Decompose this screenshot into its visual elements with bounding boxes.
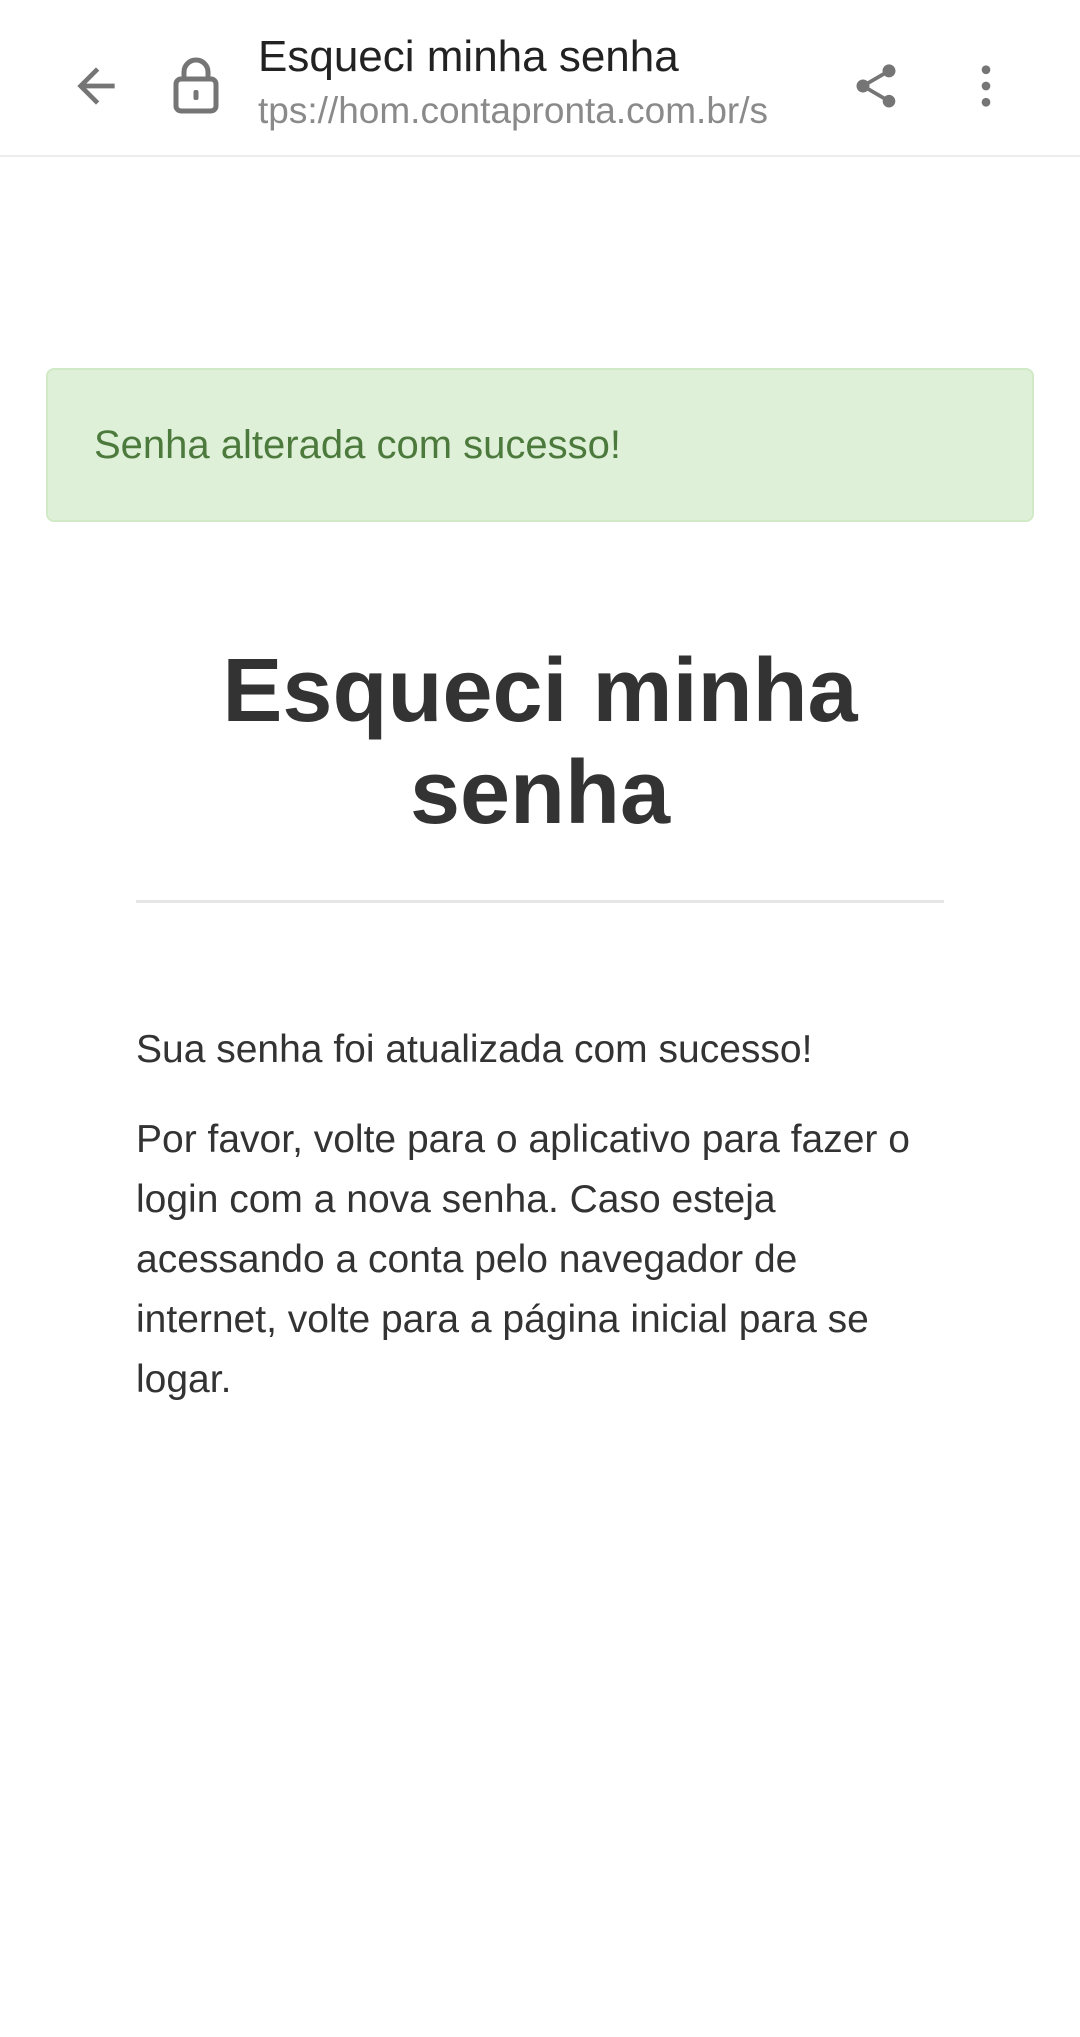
arrow-left-icon bbox=[77, 67, 115, 105]
lock-icon bbox=[173, 57, 219, 114]
share-icon bbox=[856, 64, 896, 108]
url-text[interactable]: tps://hom.contapronta.com.br/s bbox=[258, 88, 806, 134]
instructions-text: Por favor, volte para o aplicativo para … bbox=[136, 1118, 910, 1401]
alert-message: Senha alterada com sucesso! bbox=[94, 422, 621, 467]
page-title: Esqueci minha senha bbox=[222, 641, 858, 843]
confirmation-text: Sua senha foi atualizada com sucesso! bbox=[136, 1028, 813, 1071]
browser-toolbar: Esqueci minha senha tps://hom.contapront… bbox=[0, 0, 1080, 157]
more-options-button[interactable] bbox=[950, 50, 1022, 122]
share-button[interactable] bbox=[840, 50, 912, 122]
title-divider bbox=[136, 900, 944, 903]
success-alert: Senha alterada com sucesso! bbox=[46, 368, 1034, 522]
site-security-button[interactable] bbox=[168, 52, 224, 118]
tab-title: Esqueci minha senha bbox=[258, 32, 679, 81]
back-button[interactable] bbox=[60, 50, 132, 122]
tab-info: Esqueci minha senha tps://hom.contapront… bbox=[258, 30, 806, 140]
more-vert-icon bbox=[981, 65, 991, 107]
message-content: Sua senha foi atualizada com sucesso! Po… bbox=[136, 1020, 946, 1410]
